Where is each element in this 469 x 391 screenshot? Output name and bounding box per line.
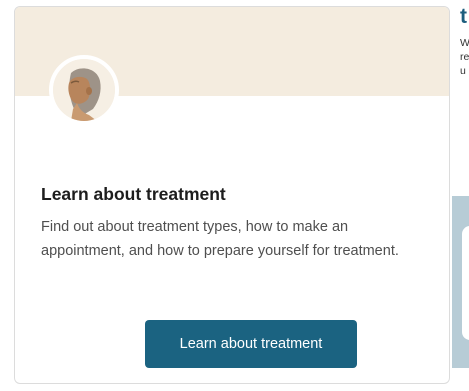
learn-about-treatment-button[interactable]: Learn about treatment	[145, 320, 357, 368]
person-profile-icon	[49, 55, 119, 125]
side-heading: t	[460, 5, 467, 28]
side-panel	[452, 196, 469, 368]
side-text-line: u	[460, 65, 466, 77]
side-text-line: re	[460, 51, 469, 63]
card-description: Find out about treatment types, how to m…	[41, 219, 399, 259]
card-title: Learn about treatment	[41, 184, 226, 204]
side-panel-card	[462, 226, 469, 340]
treatment-card: Learn about treatment Find out about tre…	[14, 6, 450, 384]
side-text-line: W	[460, 37, 469, 49]
page: Learn about treatment Find out about tre…	[0, 0, 469, 391]
side-text: W re u	[460, 36, 469, 78]
